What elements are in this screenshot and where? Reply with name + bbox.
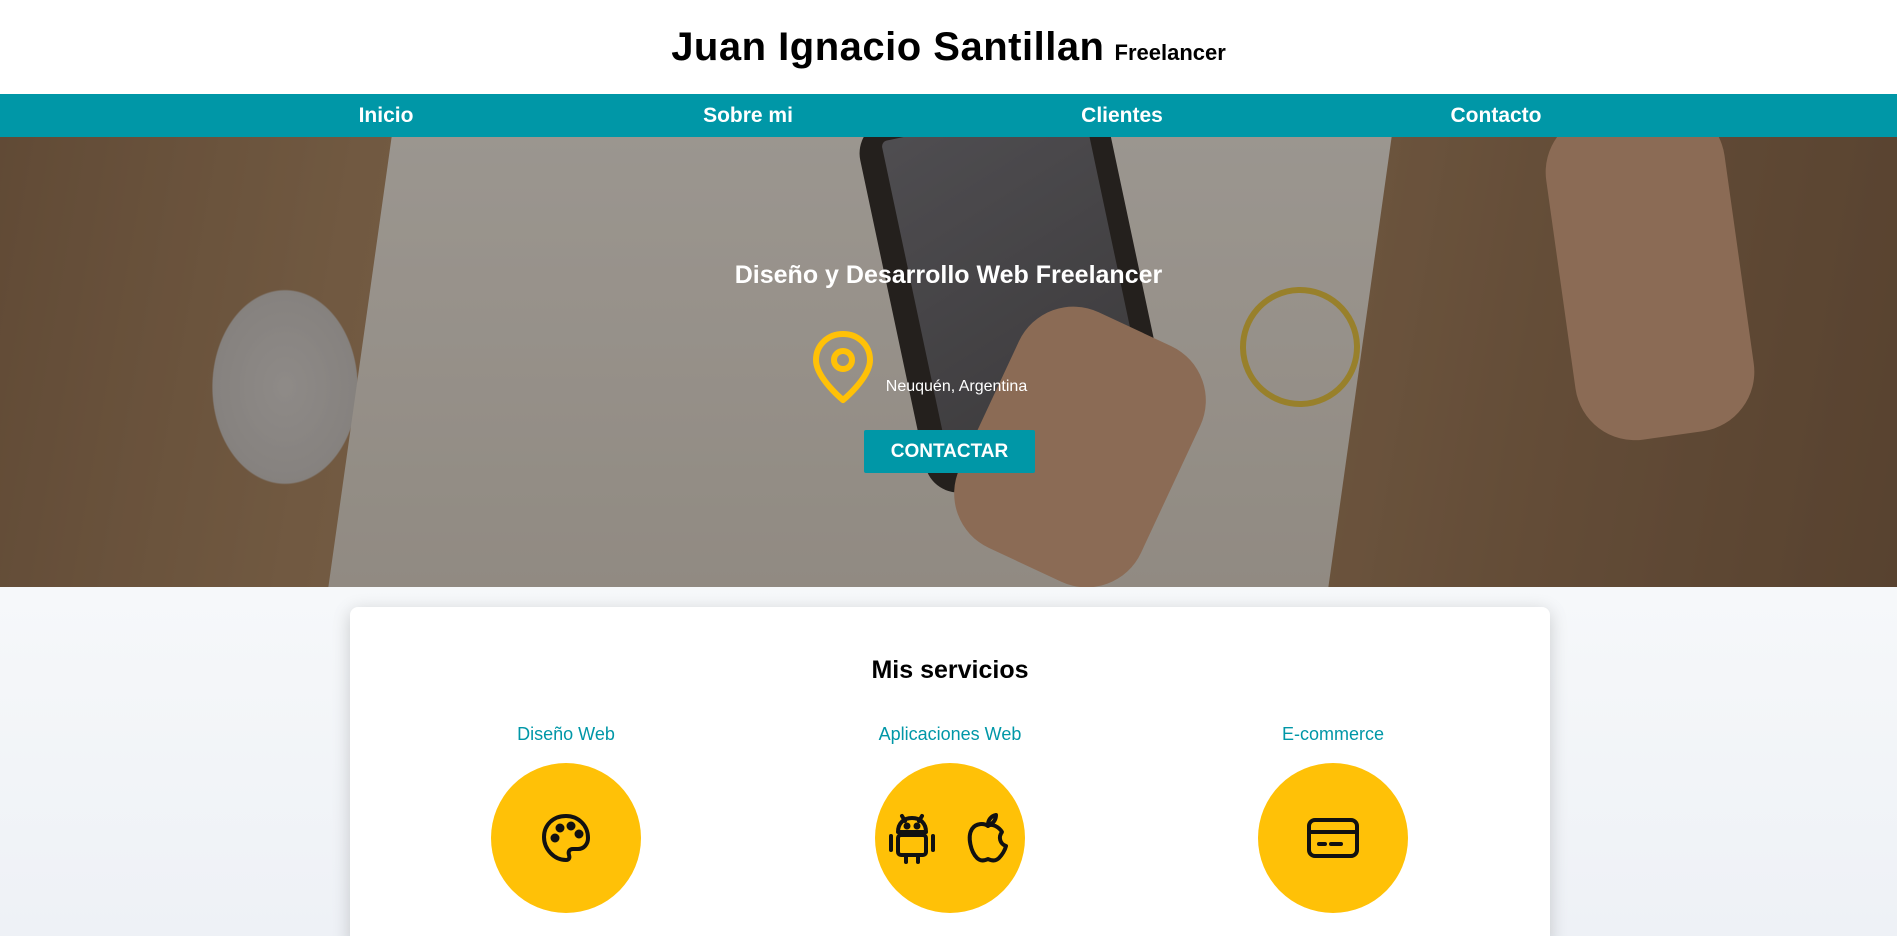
palette-icon: [542, 814, 590, 862]
android-icon: [889, 814, 935, 864]
nav-item-clientes[interactable]: Clientes: [1081, 94, 1163, 137]
location-text: Neuquén, Argentina: [885, 378, 1028, 395]
contact-button[interactable]: CONTACTAR: [864, 430, 1035, 473]
apple-icon: [967, 813, 1008, 863]
service-aplicaciones-web: Aplicaciones Web: [800, 724, 1100, 913]
services-card: Mis servicios Diseño Web Aplicaciones We…: [350, 607, 1550, 936]
brand-subtitle: Freelancer: [1114, 39, 1226, 65]
credit-card-icon: [1307, 818, 1359, 858]
site-header: Juan Ignacio Santillan Freelancer: [0, 0, 1897, 94]
hero-content: Diseño y Desarrollo Web Freelancer Neuqu…: [0, 137, 1897, 587]
service-diseno-web: Diseño Web: [416, 724, 716, 913]
nav-item-sobre-mi[interactable]: Sobre mi: [703, 94, 793, 137]
nav-item-contacto[interactable]: Contacto: [1451, 94, 1542, 137]
location-pin-icon: [812, 331, 873, 403]
hero-section: Diseño y Desarrollo Web Freelancer Neuqu…: [0, 137, 1897, 587]
services-title: Mis servicios: [871, 656, 1029, 684]
service-e-commerce: E-commerce: [1183, 724, 1483, 913]
brand-name: Juan Ignacio Santillan: [671, 24, 1105, 69]
service-name: Aplicaciones Web: [878, 724, 1022, 744]
service-icon-circle: [491, 763, 641, 913]
service-name: E-commerce: [1281, 724, 1384, 744]
hero-title: Diseño y Desarrollo Web Freelancer: [734, 261, 1163, 289]
nav-item-inicio[interactable]: Inicio: [359, 94, 414, 137]
location: Neuquén, Argentina: [0, 330, 1897, 404]
service-icon-circle: [875, 763, 1025, 913]
main-nav: [0, 94, 1897, 137]
service-icon-circle: [1258, 763, 1408, 913]
brand: Juan Ignacio Santillan Freelancer: [671, 25, 1226, 70]
service-name: Diseño Web: [517, 724, 615, 744]
